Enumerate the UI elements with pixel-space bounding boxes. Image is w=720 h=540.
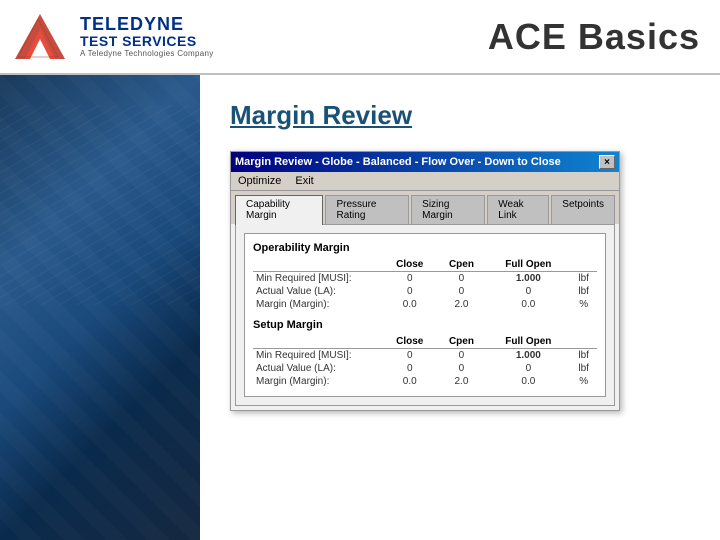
table-row: Actual Value (LA): 0 0 0 lbf: [253, 285, 597, 298]
dialog-body: Operability Margin Close Cpen Full Open: [235, 224, 615, 406]
setup-margin-table: Close Cpen Full Open Min Required [MUSI]…: [253, 335, 597, 388]
company-name-line1: TELEDYNE: [80, 15, 214, 35]
row-unit: %: [570, 375, 597, 388]
dialog-inner-panel: Operability Margin Close Cpen Full Open: [244, 233, 606, 397]
row-close: 0: [383, 349, 437, 363]
col-header-fullopen: Full Open: [486, 335, 570, 349]
row-fullopen: 1.000: [486, 272, 570, 286]
tab-sizing-margin[interactable]: Sizing Margin: [411, 195, 485, 224]
row-cpen: 0: [437, 362, 487, 375]
header: TELEDYNE TEST SERVICES A Teledyne Techno…: [0, 0, 720, 75]
sidebar-background: [0, 75, 200, 540]
company-tagline: A Teledyne Technologies Company: [80, 50, 214, 59]
tab-weak-link[interactable]: Weak Link: [487, 195, 549, 224]
setup-margin-title: Setup Margin: [253, 319, 597, 331]
page-title: ACE Basics: [488, 16, 700, 58]
row-close: 0: [383, 362, 437, 375]
row-unit: lbf: [570, 349, 597, 363]
table-row: Min Required [MUSI]: 0 0 1.000 lbf: [253, 272, 597, 286]
col-header-fullopen: Full Open: [486, 258, 570, 272]
row-fullopen: 0.0: [486, 298, 570, 311]
col-header-cpen: Cpen: [437, 258, 487, 272]
row-close: 0: [383, 285, 437, 298]
table-row: Margin (Margin): 0.0 2.0 0.0 %: [253, 298, 597, 311]
row-close: 0: [383, 272, 437, 286]
row-fullopen: 0: [486, 285, 570, 298]
dialog-tabs: Capability Margin Pressure Rating Sizing…: [231, 191, 619, 224]
row-unit: %: [570, 298, 597, 311]
row-label: Actual Value (LA):: [253, 285, 383, 298]
dialog-title: Margin Review - Globe - Balanced - Flow …: [235, 156, 561, 168]
table-row: Actual Value (LA): 0 0 0 lbf: [253, 362, 597, 375]
row-fullopen: 1.000: [486, 349, 570, 363]
logo-text: TELEDYNE TEST SERVICES A Teledyne Techno…: [80, 15, 214, 59]
col-header-close: Close: [383, 258, 437, 272]
col-header-unit: [570, 258, 597, 272]
table-row: Min Required [MUSI]: 0 0 1.000 lbf: [253, 349, 597, 363]
teledyne-logo-icon: [10, 9, 70, 64]
tab-pressure-rating[interactable]: Pressure Rating: [325, 195, 409, 224]
row-fullopen: 0.0: [486, 375, 570, 388]
logo-area: TELEDYNE TEST SERVICES A Teledyne Techno…: [10, 9, 214, 64]
menu-item-exit[interactable]: Exit: [292, 174, 316, 188]
row-cpen: 0: [437, 272, 487, 286]
row-fullopen: 0: [486, 362, 570, 375]
company-name-line2: TEST SERVICES: [80, 34, 214, 49]
dialog-titlebar: Margin Review - Globe - Balanced - Flow …: [231, 152, 619, 172]
col-header-label: [253, 335, 383, 349]
dialog-menubar: Optimize Exit: [231, 172, 619, 191]
tab-setpoints[interactable]: Setpoints: [551, 195, 615, 224]
row-close: 0.0: [383, 298, 437, 311]
row-unit: lbf: [570, 362, 597, 375]
section-title: Margin Review: [230, 100, 690, 131]
col-header-close: Close: [383, 335, 437, 349]
row-cpen: 2.0: [437, 298, 487, 311]
row-label: Margin (Margin):: [253, 298, 383, 311]
col-header-unit: [570, 335, 597, 349]
row-close: 0.0: [383, 375, 437, 388]
dialog-close-button[interactable]: ×: [599, 155, 615, 169]
row-cpen: 0: [437, 349, 487, 363]
row-cpen: 0: [437, 285, 487, 298]
content-area: Margin Review Margin Review - Globe - Ba…: [200, 75, 720, 540]
col-header-label: [253, 258, 383, 272]
tab-capability-margin[interactable]: Capability Margin: [235, 195, 323, 225]
menu-item-optimize[interactable]: Optimize: [235, 174, 284, 188]
row-cpen: 2.0: [437, 375, 487, 388]
margin-review-dialog: Margin Review - Globe - Balanced - Flow …: [230, 151, 620, 411]
row-label: Min Required [MUSI]:: [253, 349, 383, 363]
main-content: Margin Review Margin Review - Globe - Ba…: [0, 75, 720, 540]
operability-margin-table: Close Cpen Full Open Min Required [MUSI]…: [253, 258, 597, 311]
row-label: Min Required [MUSI]:: [253, 272, 383, 286]
table-row: Margin (Margin): 0.0 2.0 0.0 %: [253, 375, 597, 388]
row-label: Margin (Margin):: [253, 375, 383, 388]
row-unit: lbf: [570, 285, 597, 298]
operability-margin-title: Operability Margin: [253, 242, 597, 254]
row-label: Actual Value (LA):: [253, 362, 383, 375]
row-unit: lbf: [570, 272, 597, 286]
col-header-cpen: Cpen: [437, 335, 487, 349]
